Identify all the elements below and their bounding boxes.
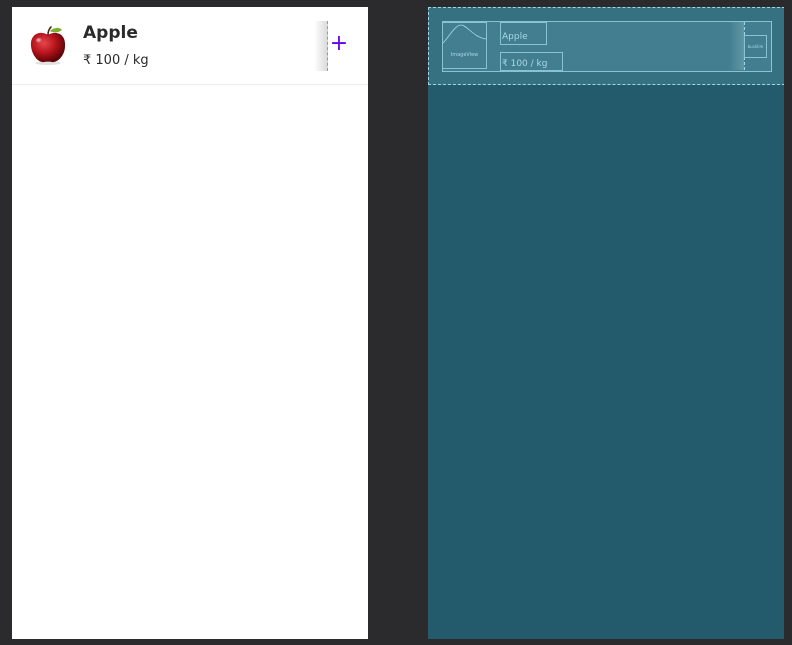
list-item[interactable]: Apple ₹ 100 / kg + [12, 7, 368, 85]
blueprint-row-container [442, 21, 772, 72]
blueprint-image-label: ImageView [450, 52, 479, 58]
blueprint-fade-overlay [729, 22, 745, 70]
add-button[interactable]: + [327, 32, 351, 56]
item-name: Apple [83, 23, 138, 43]
image-placeholder-icon [443, 24, 486, 44]
blueprint-image-view[interactable]: ImageView [442, 22, 487, 69]
blueprint-name-text[interactable]: Apple [500, 22, 547, 45]
apple-image [30, 26, 66, 65]
layout-editor-canvas: Apple ₹ 100 / kg + ImageView Apple ₹ 100… [0, 0, 792, 645]
plus-icon: + [329, 31, 349, 56]
fade-overlay [314, 21, 328, 71]
blueprint-preview-panel: ImageView Apple ₹ 100 / kg bucklim [428, 7, 784, 639]
blueprint-list-item[interactable]: ImageView Apple ₹ 100 / kg bucklim [428, 7, 784, 85]
blueprint-add-button[interactable]: bucklim [744, 35, 767, 58]
blueprint-price-text[interactable]: ₹ 100 / kg [500, 52, 563, 71]
item-price: ₹ 100 / kg [83, 53, 149, 68]
design-preview-panel: Apple ₹ 100 / kg + [12, 7, 368, 639]
